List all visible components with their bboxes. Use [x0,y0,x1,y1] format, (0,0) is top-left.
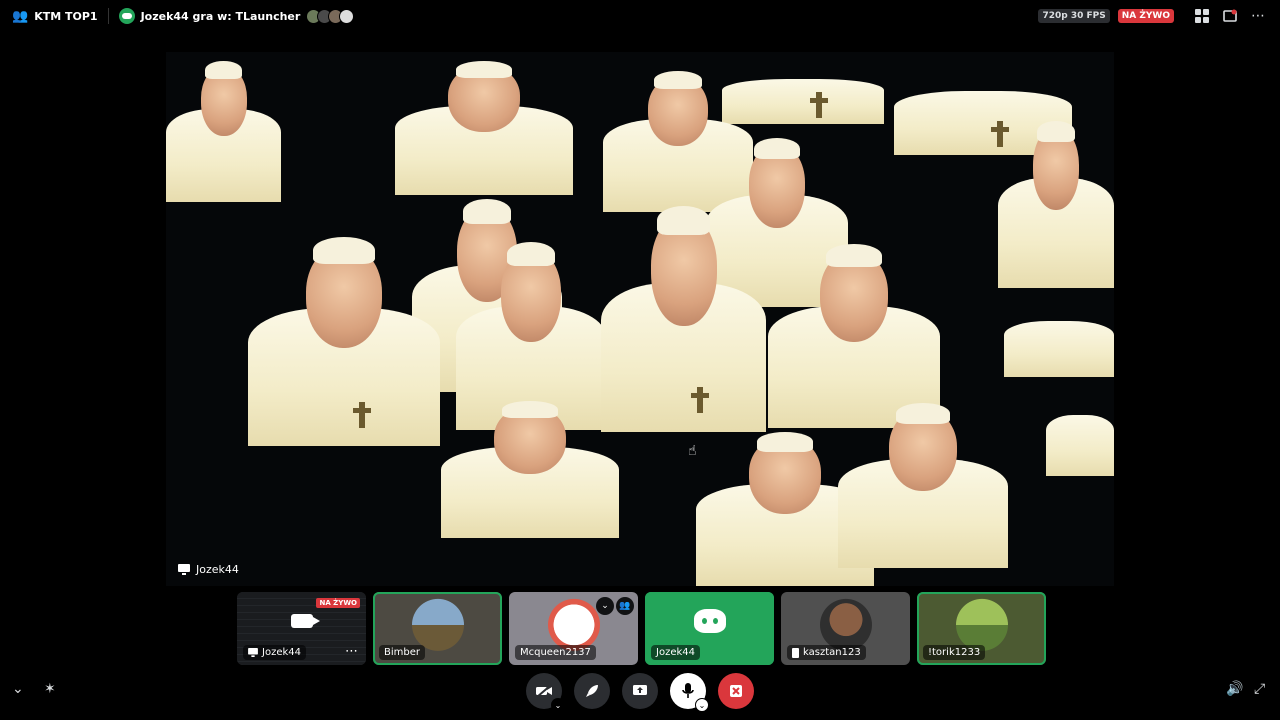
leave-call-icon [730,685,742,697]
chevron-down-icon[interactable]: ⌄ [695,698,709,712]
more-options-icon[interactable]: ⋯ [345,644,358,659]
more-options-icon[interactable]: ⋯ [1248,6,1268,26]
screen-icon [248,648,258,657]
participant-name: Jozek44 [656,647,695,658]
volume-icon[interactable]: 🔊 [1226,681,1243,697]
topbar-actions: 720p 30 FPS NA ŻYWO ⋯ [1038,0,1268,32]
activity-avatar [339,8,355,24]
camera-off-icon [536,684,552,698]
participant-name: Mcqueen2137 [520,647,591,658]
tile-hover-actions: ⌄ 👥 [596,597,634,615]
stream-image [395,52,573,195]
stream-quality-badge: 720p 30 FPS [1038,9,1110,23]
stream-image [1046,378,1114,476]
participant-tile-stream[interactable]: NA ŻYWO Jozek44 ⋯ [237,592,366,665]
participant-tile[interactable]: Bimber [373,592,502,665]
screen-icon [178,564,190,575]
channel-header[interactable]: 👥 KTM TOP1 [12,9,98,24]
discord-logo-icon [693,609,726,634]
microphone-button[interactable]: ⌄ [670,673,709,712]
participant-name-tag: Mcqueen2137 [515,645,596,660]
grid-layout-icon[interactable] [1192,6,1212,26]
screen-share-icon [633,685,647,695]
stream-image [601,192,766,432]
voice-channel-icon: 👥 [12,8,29,24]
stream-image [441,392,619,538]
avatar [955,598,1008,651]
soundboard-icon[interactable]: ✶ [44,681,56,697]
participant-name: Bimber [384,647,420,658]
activities-button[interactable] [574,673,610,709]
screen-share-button[interactable] [622,673,658,709]
add-friend-icon[interactable]: 👥 [616,597,634,615]
chevron-down-icon[interactable]: ⌄ [551,698,565,712]
activity-text: Jozek44 gra w: TLauncher [140,9,301,23]
participant-name: !torik1233 [928,647,981,658]
screen-share-stream[interactable] [166,52,1114,586]
live-badge: NA ŻYWO [1117,9,1174,23]
stream-owner-name: Jozek44 [196,563,239,576]
activity-participants[interactable] [306,8,355,24]
top-bar: 👥 KTM TOP1 Jozek44 gra w: TLauncher 720p… [0,0,1280,32]
avatar [547,598,600,651]
participant-name-tag: !torik1233 [923,645,986,660]
camera-icon [290,614,320,629]
leave-call-button[interactable] [718,673,754,709]
participant-name-tag: kasztan123 [787,645,866,660]
participant-tile[interactable]: Jozek44 [645,592,774,665]
participant-name: kasztan123 [803,647,861,658]
camera-toggle-button[interactable]: ⌄ [526,673,565,712]
avatar [411,598,464,651]
stream-image [998,110,1114,288]
stream-image [166,52,281,202]
channel-name: KTM TOP1 [34,9,98,23]
participant-tile[interactable]: !torik1233 [917,592,1046,665]
stream-image [1004,287,1114,377]
stream-owner-label: Jozek44 [178,563,239,576]
topbar-divider [107,8,109,24]
activity-game-icon [118,8,135,24]
participant-strip: NA ŻYWO Jozek44 ⋯ Bimber ⌄ 👥 Mcqueen2137… [237,592,1046,665]
participant-name-tag: Jozek44 [243,645,306,660]
microphone-icon [682,683,694,698]
popout-icon[interactable] [1220,6,1240,26]
mouse-cursor-icon: ☝ [688,443,697,459]
call-controls: ⌄ ⌄ [526,673,754,712]
chevron-down-icon[interactable]: ⌄ [12,681,24,697]
participant-name-tag: Jozek44 [651,645,700,660]
exit-fullscreen-icon[interactable]: ⤢ [1254,681,1265,697]
mobile-icon [792,647,799,658]
participant-name: Jozek44 [262,647,301,658]
participant-tile[interactable]: kasztan123 [781,592,910,665]
live-badge: NA ŻYWO [316,598,360,608]
participant-name-tag: Bimber [379,645,425,660]
rocket-icon [586,685,598,697]
chevron-down-icon[interactable]: ⌄ [596,597,614,615]
stream-image [838,392,1008,568]
avatar [819,598,872,651]
participant-tile[interactable]: ⌄ 👥 Mcqueen2137 [509,592,638,665]
stream-image [248,224,440,446]
activity-status[interactable]: Jozek44 gra w: TLauncher [118,8,355,24]
